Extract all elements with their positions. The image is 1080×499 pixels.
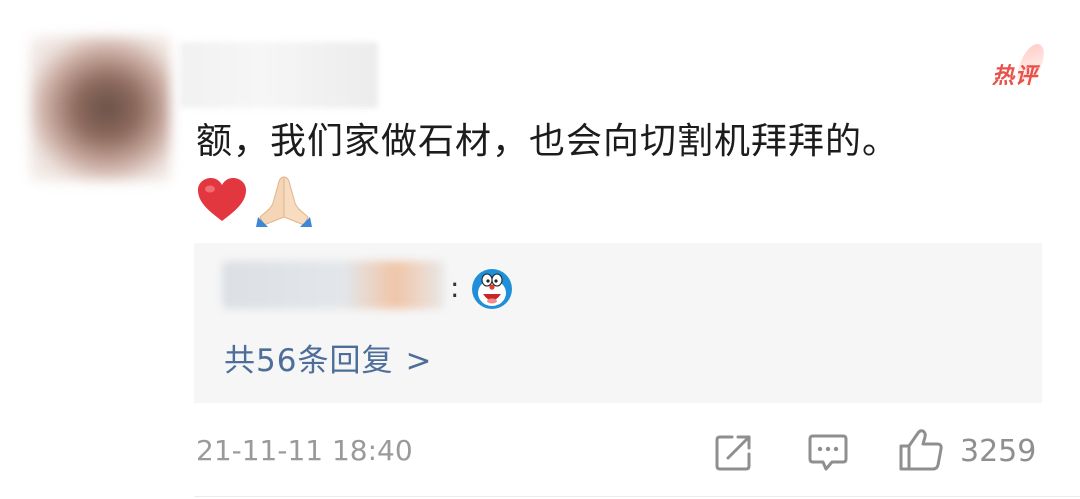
chevron-right-icon: > bbox=[405, 343, 433, 379]
view-replies-link[interactable]: 共56条回复 > bbox=[224, 335, 432, 380]
reply-separator: : bbox=[450, 271, 460, 304]
timestamp: 21-11-11 18:40 bbox=[196, 434, 413, 467]
heart-icon bbox=[198, 178, 246, 221]
comment-card: 热评 额，我们家做石材，也会向切割机拜拜的。 : 共56条回复 > 21-11-… bbox=[0, 0, 1080, 499]
comment-icon[interactable] bbox=[808, 432, 848, 472]
reply-count-label: 共56条回复 bbox=[224, 343, 394, 379]
thumbs-up-icon[interactable] bbox=[898, 428, 944, 472]
reply-preview[interactable]: : 共56条回复 > bbox=[194, 243, 1042, 403]
comment-text: 额，我们家做石材，也会向切割机拜拜的。 bbox=[196, 121, 900, 162]
emoji-row bbox=[196, 172, 314, 228]
reply-username-blurred[interactable] bbox=[222, 261, 444, 309]
divider bbox=[194, 496, 1080, 497]
doraemon-icon bbox=[472, 269, 512, 309]
pray-icon bbox=[256, 176, 312, 227]
like-count: 3259 bbox=[960, 434, 1037, 469]
hot-comment-badge: 热评 bbox=[991, 64, 1038, 89]
avatar[interactable] bbox=[30, 36, 170, 181]
share-icon[interactable] bbox=[714, 432, 754, 472]
username-blurred[interactable] bbox=[180, 42, 378, 108]
